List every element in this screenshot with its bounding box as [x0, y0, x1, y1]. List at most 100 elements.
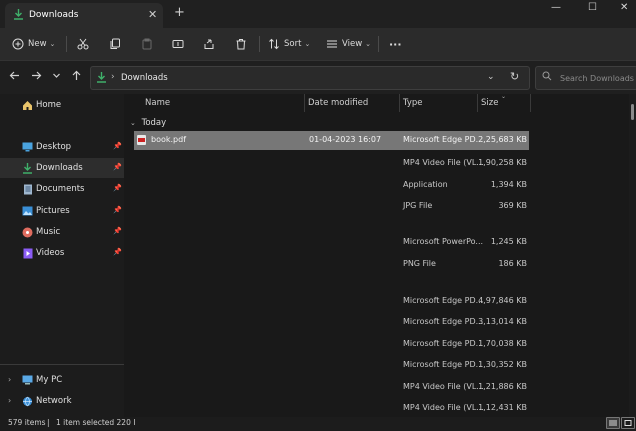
breadcrumb-downloads[interactable]: Downloads	[121, 73, 168, 83]
minimize-button[interactable]: —	[551, 2, 561, 13]
nav-item-documents[interactable]: Documents 📌	[0, 179, 124, 199]
up-button[interactable]	[71, 70, 82, 84]
item-count: 579 items	[8, 418, 46, 427]
videos-icon	[22, 248, 33, 259]
tab-title: Downloads	[29, 10, 79, 20]
computer-icon	[22, 375, 33, 386]
chevron-right-icon[interactable]: ›	[8, 375, 11, 384]
view-button[interactable]: View ⌄	[326, 28, 371, 60]
chevron-down-icon: ⌄	[49, 40, 56, 48]
file-size: 1,30,352 KB	[478, 360, 527, 369]
vertical-scrollbar[interactable]	[629, 94, 636, 417]
table-row[interactable]: PNG File 186 KB	[134, 255, 529, 274]
table-row[interactable]: MP4 Video File (VL... 1,90,258 KB	[134, 154, 529, 173]
file-type: Microsoft Edge PD...	[403, 360, 484, 369]
cut-button[interactable]	[77, 28, 89, 60]
table-row[interactable]: Microsoft PowerPo... 1,245 KB	[134, 233, 529, 252]
sort-indicator-icon: ⌄	[501, 93, 507, 100]
column-header-date[interactable]: Date modified	[308, 98, 368, 108]
recent-locations-button[interactable]	[52, 70, 61, 84]
tab-downloads[interactable]: Downloads ✕	[5, 3, 163, 28]
search-input[interactable]	[558, 70, 636, 86]
pin-icon[interactable]: 📌	[113, 248, 122, 256]
file-size: 3,13,014 KB	[478, 317, 527, 326]
maximize-button[interactable]: ☐	[588, 2, 597, 13]
nav-item-network[interactable]: › Network	[0, 391, 124, 411]
rename-button[interactable]	[172, 28, 184, 60]
table-row[interactable]: Microsoft Edge PD... 1,70,038 KB	[134, 335, 529, 354]
pdf-file-icon	[137, 135, 146, 145]
tab-close-icon[interactable]: ✕	[148, 8, 157, 21]
forward-button[interactable]	[31, 70, 42, 84]
share-button[interactable]	[203, 28, 215, 60]
home-icon	[22, 100, 33, 111]
address-bar[interactable]: › Downloads ⌄ ↻	[90, 66, 530, 90]
details-view-button[interactable]	[606, 417, 620, 429]
file-type: MP4 Video File (VL...	[403, 382, 484, 391]
column-header-size[interactable]: Size	[481, 98, 498, 108]
arrow-left-icon	[9, 71, 19, 80]
file-name: book.pdf	[151, 135, 187, 144]
nav-label: Desktop	[36, 142, 72, 152]
file-type: Application	[403, 180, 448, 189]
table-row[interactable]: MP4 Video File (VL... 1,12,431 KB	[134, 399, 529, 418]
nav-item-downloads[interactable]: Downloads 📌	[0, 158, 124, 178]
view-label: View	[342, 39, 363, 49]
file-type: MP4 Video File (VL...	[403, 158, 484, 167]
pin-icon[interactable]: 📌	[113, 163, 122, 171]
scrollbar-thumb[interactable]	[631, 104, 634, 120]
nav-item-home[interactable]: Home	[0, 95, 124, 115]
refresh-icon[interactable]: ↻	[510, 70, 519, 83]
file-size: 1,12,431 KB	[478, 403, 527, 412]
file-size: 4,97,846 KB	[478, 296, 527, 305]
table-row[interactable]: Microsoft Edge PD... 3,13,014 KB	[134, 313, 529, 332]
address-dropdown-icon[interactable]: ⌄	[487, 72, 495, 82]
desktop-icon	[22, 142, 33, 153]
group-header-today[interactable]: ⌄ Today	[130, 118, 166, 128]
back-button[interactable]	[9, 70, 20, 84]
nav-label: Videos	[36, 248, 65, 258]
copy-button[interactable]	[109, 28, 121, 60]
table-row[interactable]: Application 1,394 KB	[134, 176, 529, 195]
pin-icon[interactable]: 📌	[113, 206, 122, 214]
chevron-right-icon[interactable]: ›	[8, 396, 11, 405]
column-header-name[interactable]: Name	[145, 98, 170, 108]
nav-item-pictures[interactable]: Pictures 📌	[0, 201, 124, 221]
search-box[interactable]	[535, 66, 636, 90]
table-row[interactable]: MP4 Video File (VL... 1,21,886 KB	[134, 378, 529, 397]
table-row[interactable]: Microsoft Edge PD... 1,30,352 KB	[134, 356, 529, 375]
tiles-view-button[interactable]	[621, 417, 635, 429]
window-close-button[interactable]: ✕	[620, 2, 628, 13]
table-row[interactable]: Microsoft Edge PD... 4,97,846 KB	[134, 292, 529, 311]
file-list: Name Date modified Type Size ⌄ ⌄ Today b…	[124, 93, 629, 418]
nav-item-my-pc[interactable]: › My PC	[0, 370, 124, 390]
nav-item-videos[interactable]: Videos 📌	[0, 243, 124, 263]
new-tab-button[interactable]: +	[174, 5, 185, 20]
sort-button[interactable]: Sort ⌄	[268, 28, 310, 60]
nav-item-desktop[interactable]: Desktop 📌	[0, 137, 124, 157]
arrow-up-icon	[72, 70, 81, 80]
chevron-down-icon: ⌄	[304, 40, 311, 48]
new-button[interactable]: New ⌄	[12, 28, 55, 60]
pin-icon[interactable]: 📌	[113, 184, 122, 192]
paste-button[interactable]	[141, 28, 153, 60]
pin-icon[interactable]: 📌	[113, 142, 122, 150]
download-icon	[22, 163, 33, 174]
navigation-pane: Home Desktop 📌 Downloads 📌 Documents 📌 P…	[0, 94, 124, 417]
file-type: Microsoft PowerPo...	[403, 237, 484, 246]
chevron-down-icon: ⌄	[130, 119, 136, 127]
table-row[interactable]: JPG File 369 KB	[134, 197, 529, 216]
table-row[interactable]: book.pdf 01-04-2023 16:07 Microsoft Edge P…	[134, 131, 529, 150]
group-label: Today	[141, 118, 167, 128]
documents-icon	[22, 184, 33, 195]
new-label: New	[28, 39, 47, 49]
column-header-type[interactable]: Type	[403, 98, 423, 108]
nav-label: My PC	[36, 375, 63, 385]
pin-icon[interactable]: 📌	[113, 227, 122, 235]
clipboard-icon	[141, 38, 153, 50]
delete-button[interactable]	[235, 28, 247, 60]
copy-icon	[109, 38, 121, 50]
nav-item-music[interactable]: Music 📌	[0, 222, 124, 242]
trash-icon	[235, 38, 247, 50]
more-options-button[interactable]: ···	[389, 28, 402, 60]
